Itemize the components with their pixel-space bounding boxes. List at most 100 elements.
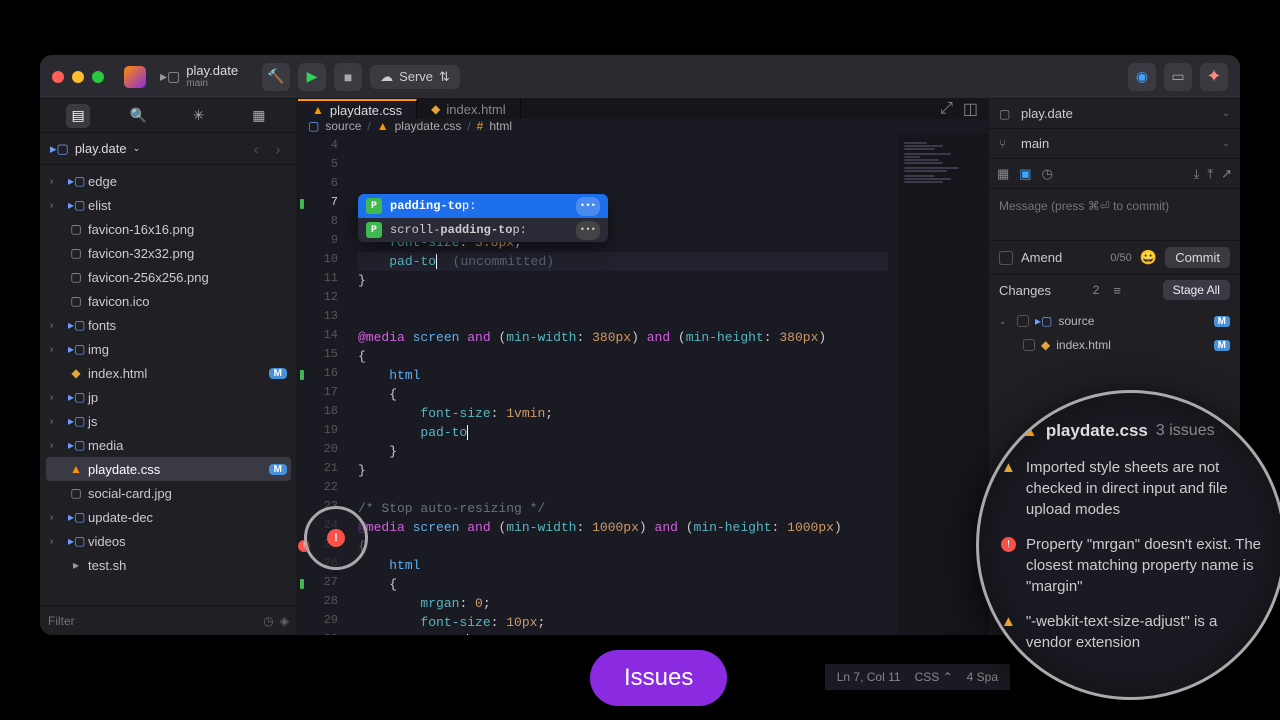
emoji-button[interactable]: 😀	[1140, 249, 1157, 266]
close-window[interactable]	[52, 71, 64, 83]
code-line[interactable]	[358, 309, 888, 328]
symbols-tab[interactable]: ✳	[187, 104, 211, 128]
commit-bar: Amend 0/50 😀 Commit	[989, 241, 1240, 275]
related-files-icon[interactable]: ⤢	[940, 100, 953, 118]
list-icon[interactable]: ≡	[1113, 283, 1121, 298]
issue-item[interactable]: !Property "mrgan" doesn't exist. The clo…	[1001, 534, 1261, 597]
code-line[interactable]: }	[358, 461, 888, 480]
file-tree-item[interactable]: ›▸▢fonts	[40, 313, 297, 337]
file-tree-item[interactable]: ›▸▢jp	[40, 385, 297, 409]
document-info[interactable]: ▸▢ play.date main	[160, 64, 238, 89]
cursor-position[interactable]: Ln 7, Col 11	[837, 670, 901, 684]
run-button[interactable]: ▶	[298, 63, 326, 91]
file-tree-item[interactable]: ▢social-card.jpg	[40, 481, 297, 505]
breadcrumb[interactable]: ▢ source / ▲ playdate.css / # html	[298, 119, 988, 134]
code-line[interactable]: {	[358, 385, 888, 404]
pull-icon[interactable]: ⤒	[1207, 166, 1213, 182]
clock-icon[interactable]: ◷	[263, 614, 273, 628]
push-icon[interactable]: ↗	[1221, 166, 1232, 182]
code-line[interactable]: {	[358, 537, 888, 556]
code-line[interactable]: }	[358, 442, 888, 461]
minimize-window[interactable]	[72, 71, 84, 83]
autocomplete-item[interactable]: Ppadding-top:•••	[358, 194, 608, 218]
autocomplete-item[interactable]: Pscroll-padding-top:•••	[358, 218, 608, 242]
code-line[interactable]: html	[358, 366, 888, 385]
stage-checkbox[interactable]	[1017, 315, 1029, 327]
file-tree-item[interactable]: ▢favicon-16x16.png	[40, 217, 297, 241]
stop-button[interactable]: ■	[334, 63, 362, 91]
file-tree-item[interactable]: ›▸▢js	[40, 409, 297, 433]
editor-tab[interactable]: ▲playdate.css	[298, 99, 417, 119]
code-line[interactable]: {	[358, 347, 888, 366]
autocomplete-popup[interactable]: Ppadding-top:•••Pscroll-padding-top:•••	[358, 194, 608, 242]
language-mode[interactable]: CSS ⌃	[915, 670, 953, 684]
code-line[interactable]: }	[358, 271, 888, 290]
split-button[interactable]: ▭	[1164, 63, 1192, 91]
project-header[interactable]: ▸▢ play.date ⌄ ‹ ›	[40, 133, 297, 165]
file-tree-item[interactable]: ›▸▢edge	[40, 169, 297, 193]
line-number: 12	[298, 290, 348, 309]
filter-input[interactable]	[48, 614, 257, 628]
commit-view-icon[interactable]: ▣	[1019, 166, 1031, 182]
split-editor-icon[interactable]: ◫	[963, 99, 978, 119]
file-tree-item[interactable]: ▢favicon.ico	[40, 289, 297, 313]
file-tree-item[interactable]: ▸test.sh	[40, 553, 297, 577]
project-selector[interactable]: ▢ play.date ⌄	[989, 99, 1240, 129]
file-tree-item[interactable]: ›▸▢elist	[40, 193, 297, 217]
img-icon: ▢	[68, 246, 84, 260]
code-line[interactable]: font-size: 1vmin;	[358, 404, 888, 423]
file-tree-item[interactable]: ▢favicon-32x32.png	[40, 241, 297, 265]
file-tree-item[interactable]: ◆index.htmlM	[40, 361, 297, 385]
amend-checkbox[interactable]	[999, 251, 1013, 265]
branch-selector[interactable]: ⑂ main ⌄	[989, 129, 1240, 159]
files-tab[interactable]: ▤	[66, 104, 90, 128]
code-line[interactable]: @media screen and (min-width: 380px) and…	[358, 328, 888, 347]
issue-item[interactable]: ▲Imported style sheets are not checked i…	[1001, 457, 1261, 520]
code-line[interactable]: /* Stop auto-resizing */	[358, 499, 888, 518]
build-button[interactable]: 🔨	[262, 63, 290, 91]
search-tab[interactable]: 🔍	[126, 104, 150, 128]
grid-tab[interactable]: ▦	[247, 104, 271, 128]
file-tree-item[interactable]: ›▸▢videos	[40, 529, 297, 553]
property-icon: P	[366, 198, 382, 214]
code-editor[interactable]: html{ font-size: 3.8px; pad-to (uncommit…	[348, 134, 898, 635]
commit-message-input[interactable]: Message (press ⌘⏎ to commit)	[989, 189, 1240, 241]
code-line[interactable]: @media screen and (min-width: 1000px) an…	[358, 518, 888, 537]
file-tree-item[interactable]: ›▸▢media	[40, 433, 297, 457]
change-item[interactable]: ◆index.htmlM	[989, 333, 1240, 357]
editor-tab[interactable]: ◆index.html	[417, 99, 520, 119]
file-tree-item[interactable]: ▲playdate.cssM	[46, 457, 291, 481]
history-icon[interactable]: ◷	[1042, 166, 1053, 182]
forward-button[interactable]: ›	[269, 141, 287, 157]
code-line[interactable]: pad-to	[358, 632, 888, 635]
code-line[interactable]	[358, 480, 888, 499]
fetch-icon[interactable]: ⤓	[1194, 166, 1200, 182]
code-line[interactable]: html	[358, 556, 888, 575]
code-line[interactable]: font-size: 10px;	[358, 613, 888, 632]
add-button[interactable]: ✦	[1200, 63, 1228, 91]
grid-icon[interactable]: ▦	[997, 166, 1009, 182]
code-line[interactable]: pad-to (uncommitted)	[358, 252, 888, 271]
code-line[interactable]	[358, 290, 888, 309]
commit-button[interactable]: Commit	[1165, 247, 1230, 268]
back-button[interactable]: ‹	[247, 141, 265, 157]
change-item[interactable]: ⌄▸▢sourceM	[989, 309, 1240, 333]
preview-button[interactable]: ◉	[1128, 63, 1156, 91]
sidebar-toolbar: ▤ 🔍 ✳ ▦	[40, 99, 297, 133]
scheme-selector[interactable]: ☁ Serve ⇅	[370, 65, 460, 89]
file-name: media	[88, 438, 123, 453]
file-tree-item[interactable]: ›▸▢img	[40, 337, 297, 361]
code-line[interactable]: {	[358, 575, 888, 594]
file-tree-item[interactable]: ▢favicon-256x256.png	[40, 265, 297, 289]
stage-checkbox[interactable]	[1023, 339, 1035, 351]
warning-icon: ▲	[1001, 457, 1016, 520]
scm-filter-icon[interactable]: ◈	[280, 614, 289, 628]
file-tree-item[interactable]: ›▸▢update-dec	[40, 505, 297, 529]
minimap[interactable]	[898, 134, 988, 635]
code-line[interactable]: pad-to	[358, 423, 888, 442]
code-line[interactable]: mrgan: 0;	[358, 594, 888, 613]
indent-setting[interactable]: 4 Spa	[967, 670, 998, 684]
issue-item[interactable]: ▲"-webkit-text-size-adjust" is a vendor …	[1001, 611, 1261, 653]
maximize-window[interactable]	[92, 71, 104, 83]
stage-all-button[interactable]: Stage All	[1163, 280, 1230, 300]
